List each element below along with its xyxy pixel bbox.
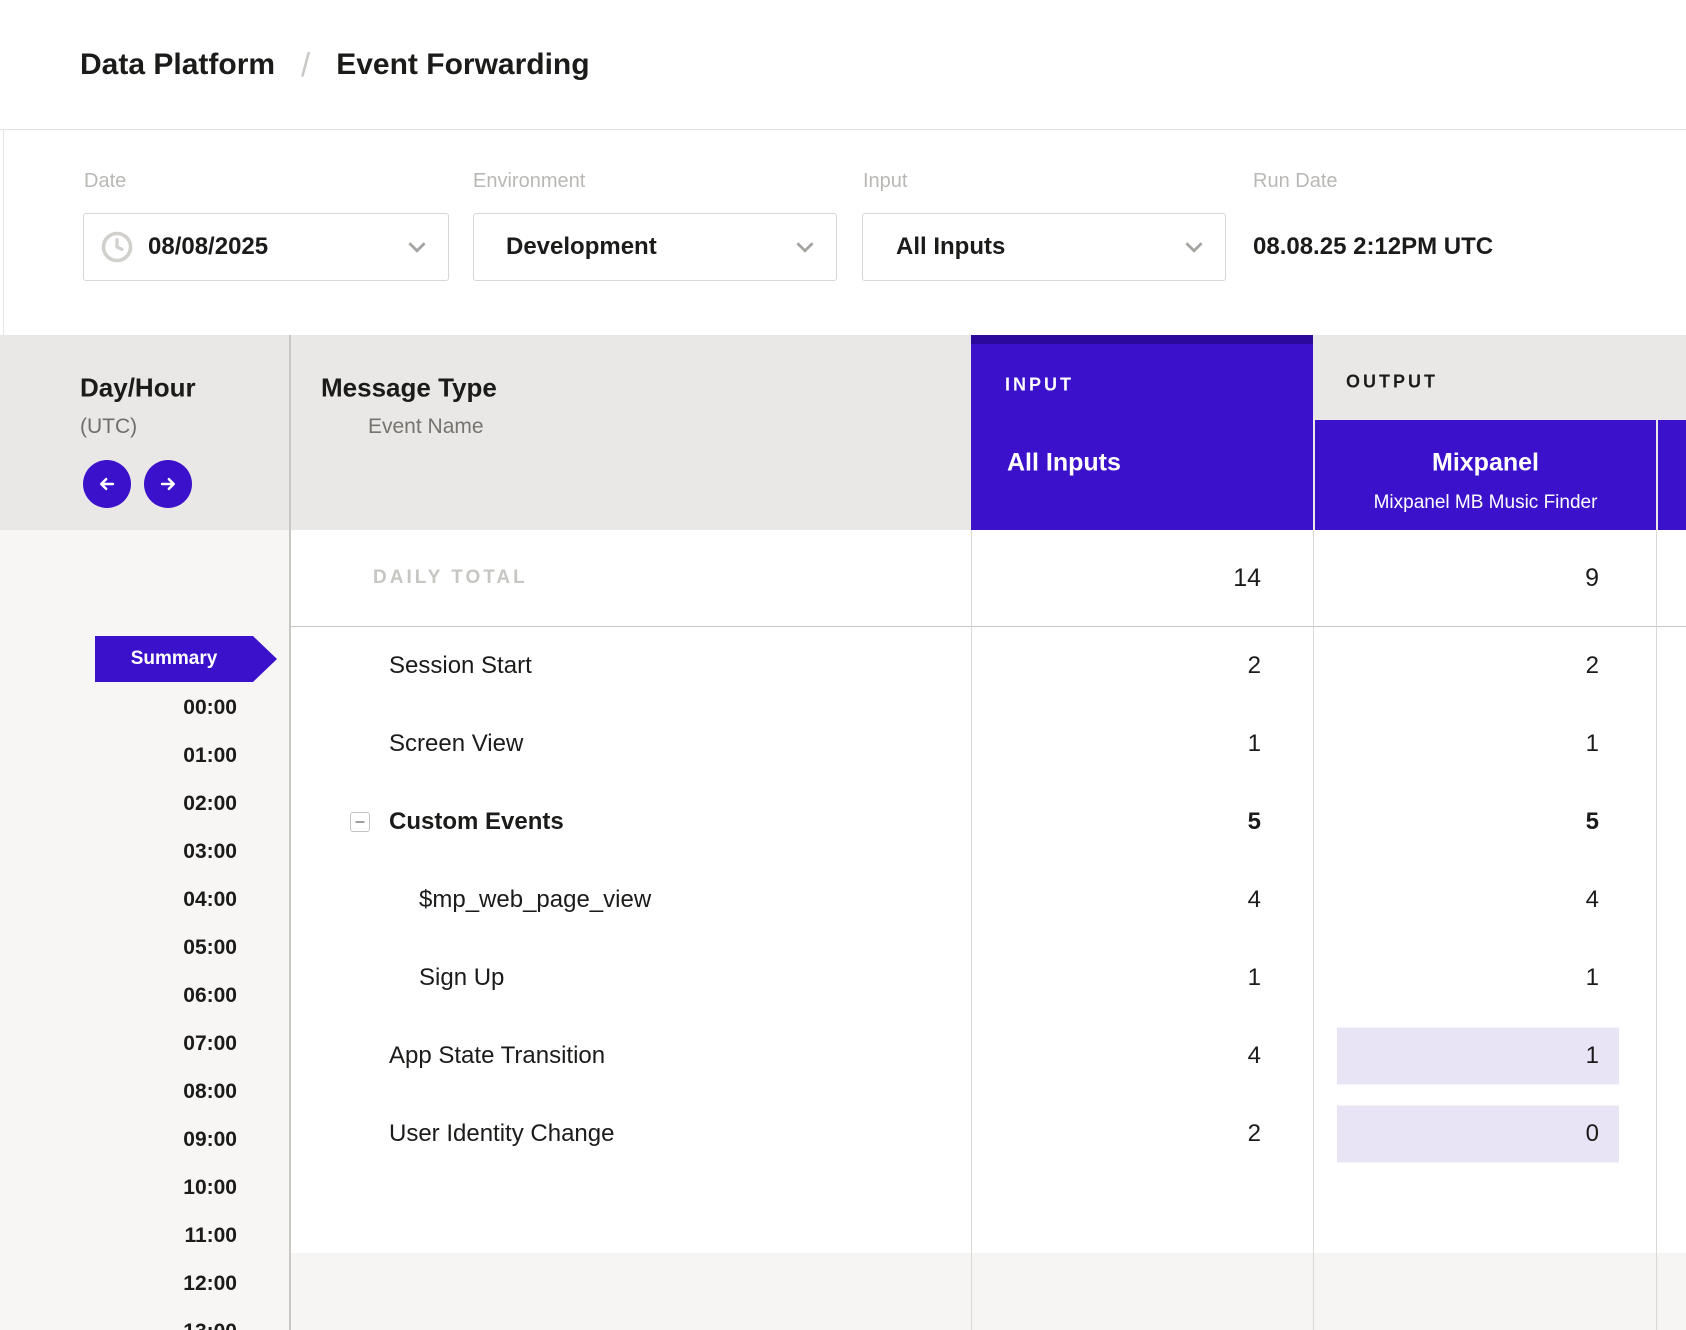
environment-select[interactable]: Development xyxy=(473,213,837,281)
input-value: 2 xyxy=(971,627,1313,705)
next-day-button[interactable] xyxy=(144,460,192,508)
breadcrumb-separator: / xyxy=(301,46,310,84)
input-value: 5 xyxy=(971,783,1313,861)
input-value: 1 xyxy=(971,705,1313,783)
input-value: 4 xyxy=(971,861,1313,939)
table-row-user-identity-change: User Identity Change 2 0 xyxy=(290,1095,1686,1173)
output-value: 4 xyxy=(1313,861,1654,939)
clock-icon xyxy=(99,229,135,265)
topbar: Data Platform / Event Forwarding xyxy=(0,0,1686,130)
daily-total-row: DAILY TOTAL 14 9 xyxy=(290,530,1686,627)
environment-filter-label: Environment xyxy=(473,170,585,193)
message-type-column-title: Message Type xyxy=(321,373,497,404)
run-date-value: 08.08.25 2:12PM UTC xyxy=(1253,233,1493,261)
chevron-down-icon xyxy=(792,234,818,260)
input-value: 4 xyxy=(971,1017,1313,1095)
date-filter-label: Date xyxy=(84,170,126,193)
hour-item-10[interactable]: 10:00 xyxy=(0,1164,290,1212)
event-name-column-subtitle: Event Name xyxy=(368,415,484,439)
output-value: 5 xyxy=(1313,783,1654,861)
sidebar-divider xyxy=(289,335,291,1330)
hour-item-02[interactable]: 02:00 xyxy=(0,780,290,828)
output-value: 1 xyxy=(1313,1017,1654,1095)
hour-item-12[interactable]: 12:00 xyxy=(0,1260,290,1308)
table-row-sign-up: Sign Up 1 1 xyxy=(290,939,1686,1017)
input-value: 2 xyxy=(971,1095,1313,1173)
hour-item-07[interactable]: 07:00 xyxy=(0,1020,290,1068)
date-select-value: 08/08/2025 xyxy=(148,233,268,261)
output-connector-name: Mixpanel xyxy=(1315,449,1656,478)
table-row-custom-events: Custom Events 5 5 xyxy=(290,783,1686,861)
event-grid: DAILY TOTAL 14 9 Session Start 2 2 Scree… xyxy=(290,530,1686,1173)
table-row-app-state-transition: App State Transition 4 1 xyxy=(290,1017,1686,1095)
table-row-screen-view: Screen View 1 1 xyxy=(290,705,1686,783)
output-column-header-mixpanel[interactable]: Mixpanel Mixpanel MB Music Finder xyxy=(1315,420,1656,530)
table-row-mp-web-page-view: $mp_web_page_view 4 4 xyxy=(290,861,1686,939)
gridline-output-next xyxy=(1656,530,1657,1330)
event-name: Screen View xyxy=(290,705,971,783)
event-forwarding-screen: Data Platform / Event Forwarding Date En… xyxy=(0,0,1686,1330)
hour-item-04[interactable]: 04:00 xyxy=(0,876,290,924)
hour-item-09[interactable]: 09:00 xyxy=(0,1116,290,1164)
hours-list: 00:00 01:00 02:00 03:00 04:00 05:00 06:0… xyxy=(0,684,290,1330)
environment-select-value: Development xyxy=(506,233,657,261)
highlighted-cell[interactable] xyxy=(1337,1106,1619,1163)
output-value: 2 xyxy=(1313,627,1654,705)
hour-item-11[interactable]: 11:00 xyxy=(0,1212,290,1260)
hour-item-05[interactable]: 05:00 xyxy=(0,924,290,972)
hour-item-13[interactable]: 13:00 xyxy=(0,1308,290,1330)
output-value: 1 xyxy=(1313,939,1654,1017)
output-connector-subtitle: Mixpanel MB Music Finder xyxy=(1315,492,1656,514)
chevron-down-icon xyxy=(404,234,430,260)
input-column-header[interactable]: INPUT All Inputs xyxy=(971,335,1313,530)
daily-total-input-value: 14 xyxy=(971,530,1313,626)
arrow-left-icon xyxy=(94,471,120,497)
input-column-accent-strip xyxy=(971,335,1313,344)
daily-total-output-value: 9 xyxy=(1313,530,1654,626)
breadcrumb: Data Platform / Event Forwarding xyxy=(80,46,590,84)
highlighted-cell[interactable] xyxy=(1337,1028,1619,1085)
gridline-message-input xyxy=(971,530,972,1330)
minus-icon xyxy=(354,816,366,828)
input-select-value: All Inputs xyxy=(896,233,1005,261)
table-row-session-start: Session Start 2 2 xyxy=(290,627,1686,705)
hour-item-03[interactable]: 03:00 xyxy=(0,828,290,876)
hour-item-06[interactable]: 06:00 xyxy=(0,972,290,1020)
event-name: $mp_web_page_view xyxy=(290,861,971,939)
output-column-header-next-partial[interactable] xyxy=(1658,420,1686,530)
output-group-label: OUTPUT xyxy=(1346,372,1438,393)
hour-item-00[interactable]: 00:00 xyxy=(0,684,290,732)
table-header: Day/Hour (UTC) Message Type Event Name I… xyxy=(0,335,1686,530)
run-date-label: Run Date xyxy=(1253,170,1338,193)
input-value: 1 xyxy=(971,939,1313,1017)
previous-day-button[interactable] xyxy=(83,460,131,508)
output-value: 1 xyxy=(1313,705,1654,783)
summary-badge[interactable]: Summary xyxy=(95,636,277,682)
event-name: Sign Up xyxy=(290,939,971,1017)
day-hour-rail: Summary 00:00 01:00 02:00 03:00 04:00 05… xyxy=(0,530,290,1330)
hour-item-01[interactable]: 01:00 xyxy=(0,732,290,780)
event-name-group: Custom Events xyxy=(290,783,971,861)
event-name: App State Transition xyxy=(290,1017,971,1095)
arrow-right-icon xyxy=(155,471,181,497)
table-footer-band xyxy=(290,1253,1686,1330)
event-name: Session Start xyxy=(290,627,971,705)
input-connector-name: All Inputs xyxy=(1007,449,1121,478)
event-name: User Identity Change xyxy=(290,1095,971,1173)
day-hour-column-title: Day/Hour xyxy=(80,373,196,404)
input-filter-label: Input xyxy=(863,170,907,193)
input-group-label: INPUT xyxy=(1005,375,1074,396)
output-value: 0 xyxy=(1313,1095,1654,1173)
breadcrumb-event-forwarding: Event Forwarding xyxy=(336,48,589,82)
gridline-input-output xyxy=(1313,530,1314,1330)
hour-item-08[interactable]: 08:00 xyxy=(0,1068,290,1116)
daily-total-label: DAILY TOTAL xyxy=(290,530,971,626)
chevron-down-icon xyxy=(1181,234,1207,260)
date-select[interactable]: 08/08/2025 xyxy=(83,213,449,281)
day-hour-column-subtitle: (UTC) xyxy=(80,415,137,439)
collapse-toggle[interactable] xyxy=(350,812,370,832)
event-name: Custom Events xyxy=(389,808,564,836)
input-select[interactable]: All Inputs xyxy=(862,213,1226,281)
breadcrumb-data-platform[interactable]: Data Platform xyxy=(80,48,275,82)
